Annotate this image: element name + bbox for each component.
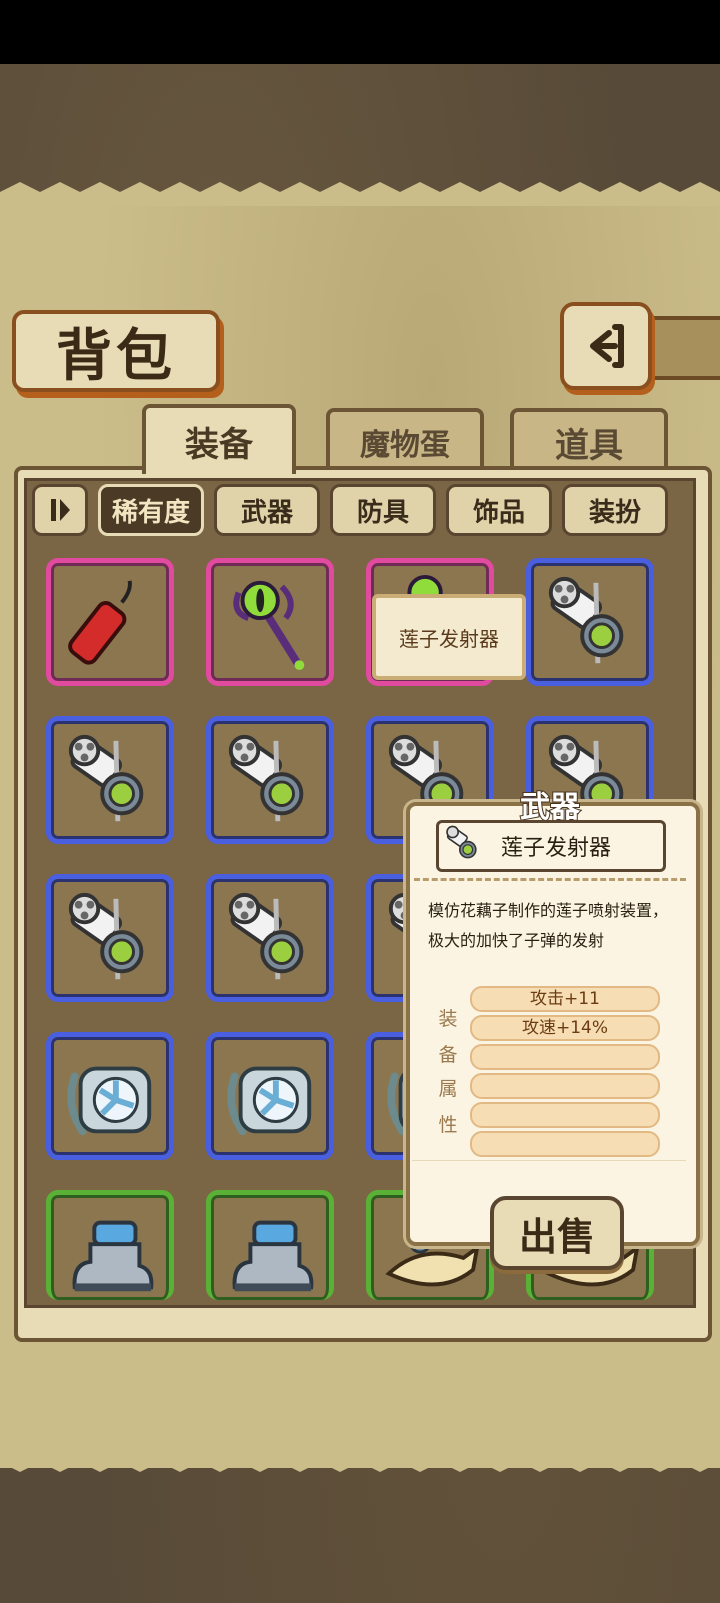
attr-label-char: 备 bbox=[438, 1044, 458, 1066]
lotus-launcher-icon bbox=[68, 734, 144, 822]
inventory-slot[interactable] bbox=[206, 558, 334, 686]
attribute-row bbox=[470, 1131, 660, 1157]
lotus-launcher-icon bbox=[68, 892, 144, 980]
attribute-row: 攻速+14% bbox=[470, 1015, 660, 1041]
inventory-slot[interactable] bbox=[526, 558, 654, 686]
attribute-row bbox=[470, 1044, 660, 1070]
inventory-slot[interactable] bbox=[46, 1032, 174, 1160]
filter-rarity[interactable]: 稀有度 bbox=[98, 484, 204, 536]
filter-rarity-label: 稀有度 bbox=[111, 497, 190, 528]
filter-accessory[interactable]: 饰品 bbox=[446, 484, 552, 536]
filter-costume[interactable]: 装扮 bbox=[562, 484, 668, 536]
lotus-launcher-icon bbox=[446, 825, 477, 859]
inventory-slot[interactable] bbox=[46, 716, 174, 844]
item-description: 模仿花藕子制作的莲子喷射装置，极大的加快了子弹的发射 bbox=[428, 901, 669, 950]
attr-label-char: 属 bbox=[438, 1078, 458, 1100]
attribute-row bbox=[470, 1102, 660, 1128]
item-name-plate: 莲子发射器 bbox=[436, 820, 666, 872]
boot-icon bbox=[232, 1220, 314, 1292]
inventory-slot[interactable] bbox=[206, 1190, 334, 1300]
filter-weapon[interactable]: 武器 bbox=[214, 484, 320, 536]
inventory-slot[interactable] bbox=[206, 1032, 334, 1160]
inventory-slot[interactable] bbox=[46, 558, 174, 686]
parchment-torn-edge-top bbox=[0, 182, 720, 206]
detail-separator bbox=[412, 1160, 686, 1161]
attr-label-char: 装 bbox=[438, 1008, 458, 1030]
parchment-torn-edge-bottom bbox=[0, 1448, 720, 1472]
tab-monster-eggs[interactable]: 魔物蛋 bbox=[326, 408, 484, 472]
fan-bracer-icon bbox=[67, 1066, 152, 1136]
divider bbox=[414, 878, 686, 881]
filter-armor[interactable]: 防具 bbox=[330, 484, 436, 536]
attribute-row: 攻击+11 bbox=[470, 986, 660, 1012]
inventory-slot[interactable] bbox=[206, 716, 334, 844]
item-name-tooltip: 莲子发射器 bbox=[372, 594, 526, 680]
tab-equipment[interactable]: 装备 bbox=[142, 404, 296, 474]
dynamite-icon bbox=[68, 580, 132, 665]
page-title: 背包 bbox=[56, 323, 176, 389]
inventory-slot[interactable] bbox=[206, 874, 334, 1002]
lotus-launcher-icon bbox=[228, 734, 304, 822]
item-name: 莲子发射器 bbox=[501, 836, 612, 861]
filter-costume-label: 装扮 bbox=[588, 497, 641, 528]
tab-equipment-label: 装备 bbox=[185, 424, 253, 465]
sell-button-label: 出售 bbox=[518, 1214, 595, 1259]
lotus-launcher-icon bbox=[228, 892, 304, 980]
tab-monster-eggs-label: 魔物蛋 bbox=[360, 428, 450, 463]
tab-items[interactable]: 道具 bbox=[510, 408, 668, 472]
sort-toggle-icon bbox=[51, 499, 70, 521]
back-button[interactable] bbox=[560, 302, 652, 390]
filter-accessory-label: 饰品 bbox=[472, 497, 525, 528]
attr-label-char: 性 bbox=[438, 1114, 458, 1136]
filter-armor-label: 防具 bbox=[356, 497, 409, 528]
sell-button[interactable]: 出售 bbox=[490, 1196, 624, 1270]
inventory-slot[interactable] bbox=[46, 874, 174, 1002]
back-arrow-icon bbox=[590, 324, 624, 368]
item-name-tooltip-text: 莲子发射器 bbox=[399, 626, 499, 651]
filter-weapon-label: 武器 bbox=[240, 497, 293, 528]
status-bar bbox=[0, 0, 720, 64]
lotus-launcher-icon bbox=[548, 576, 624, 664]
boot-icon bbox=[72, 1220, 154, 1292]
sort-toggle-button[interactable] bbox=[32, 484, 88, 536]
attribute-row bbox=[470, 1073, 660, 1099]
inventory-slot[interactable] bbox=[46, 1190, 174, 1300]
fan-bracer-icon bbox=[227, 1066, 312, 1136]
tab-items-label: 道具 bbox=[555, 425, 623, 466]
page-title-plate: 背包 bbox=[12, 310, 220, 392]
eye-staff-icon bbox=[233, 580, 305, 671]
back-button-strip bbox=[640, 316, 720, 380]
